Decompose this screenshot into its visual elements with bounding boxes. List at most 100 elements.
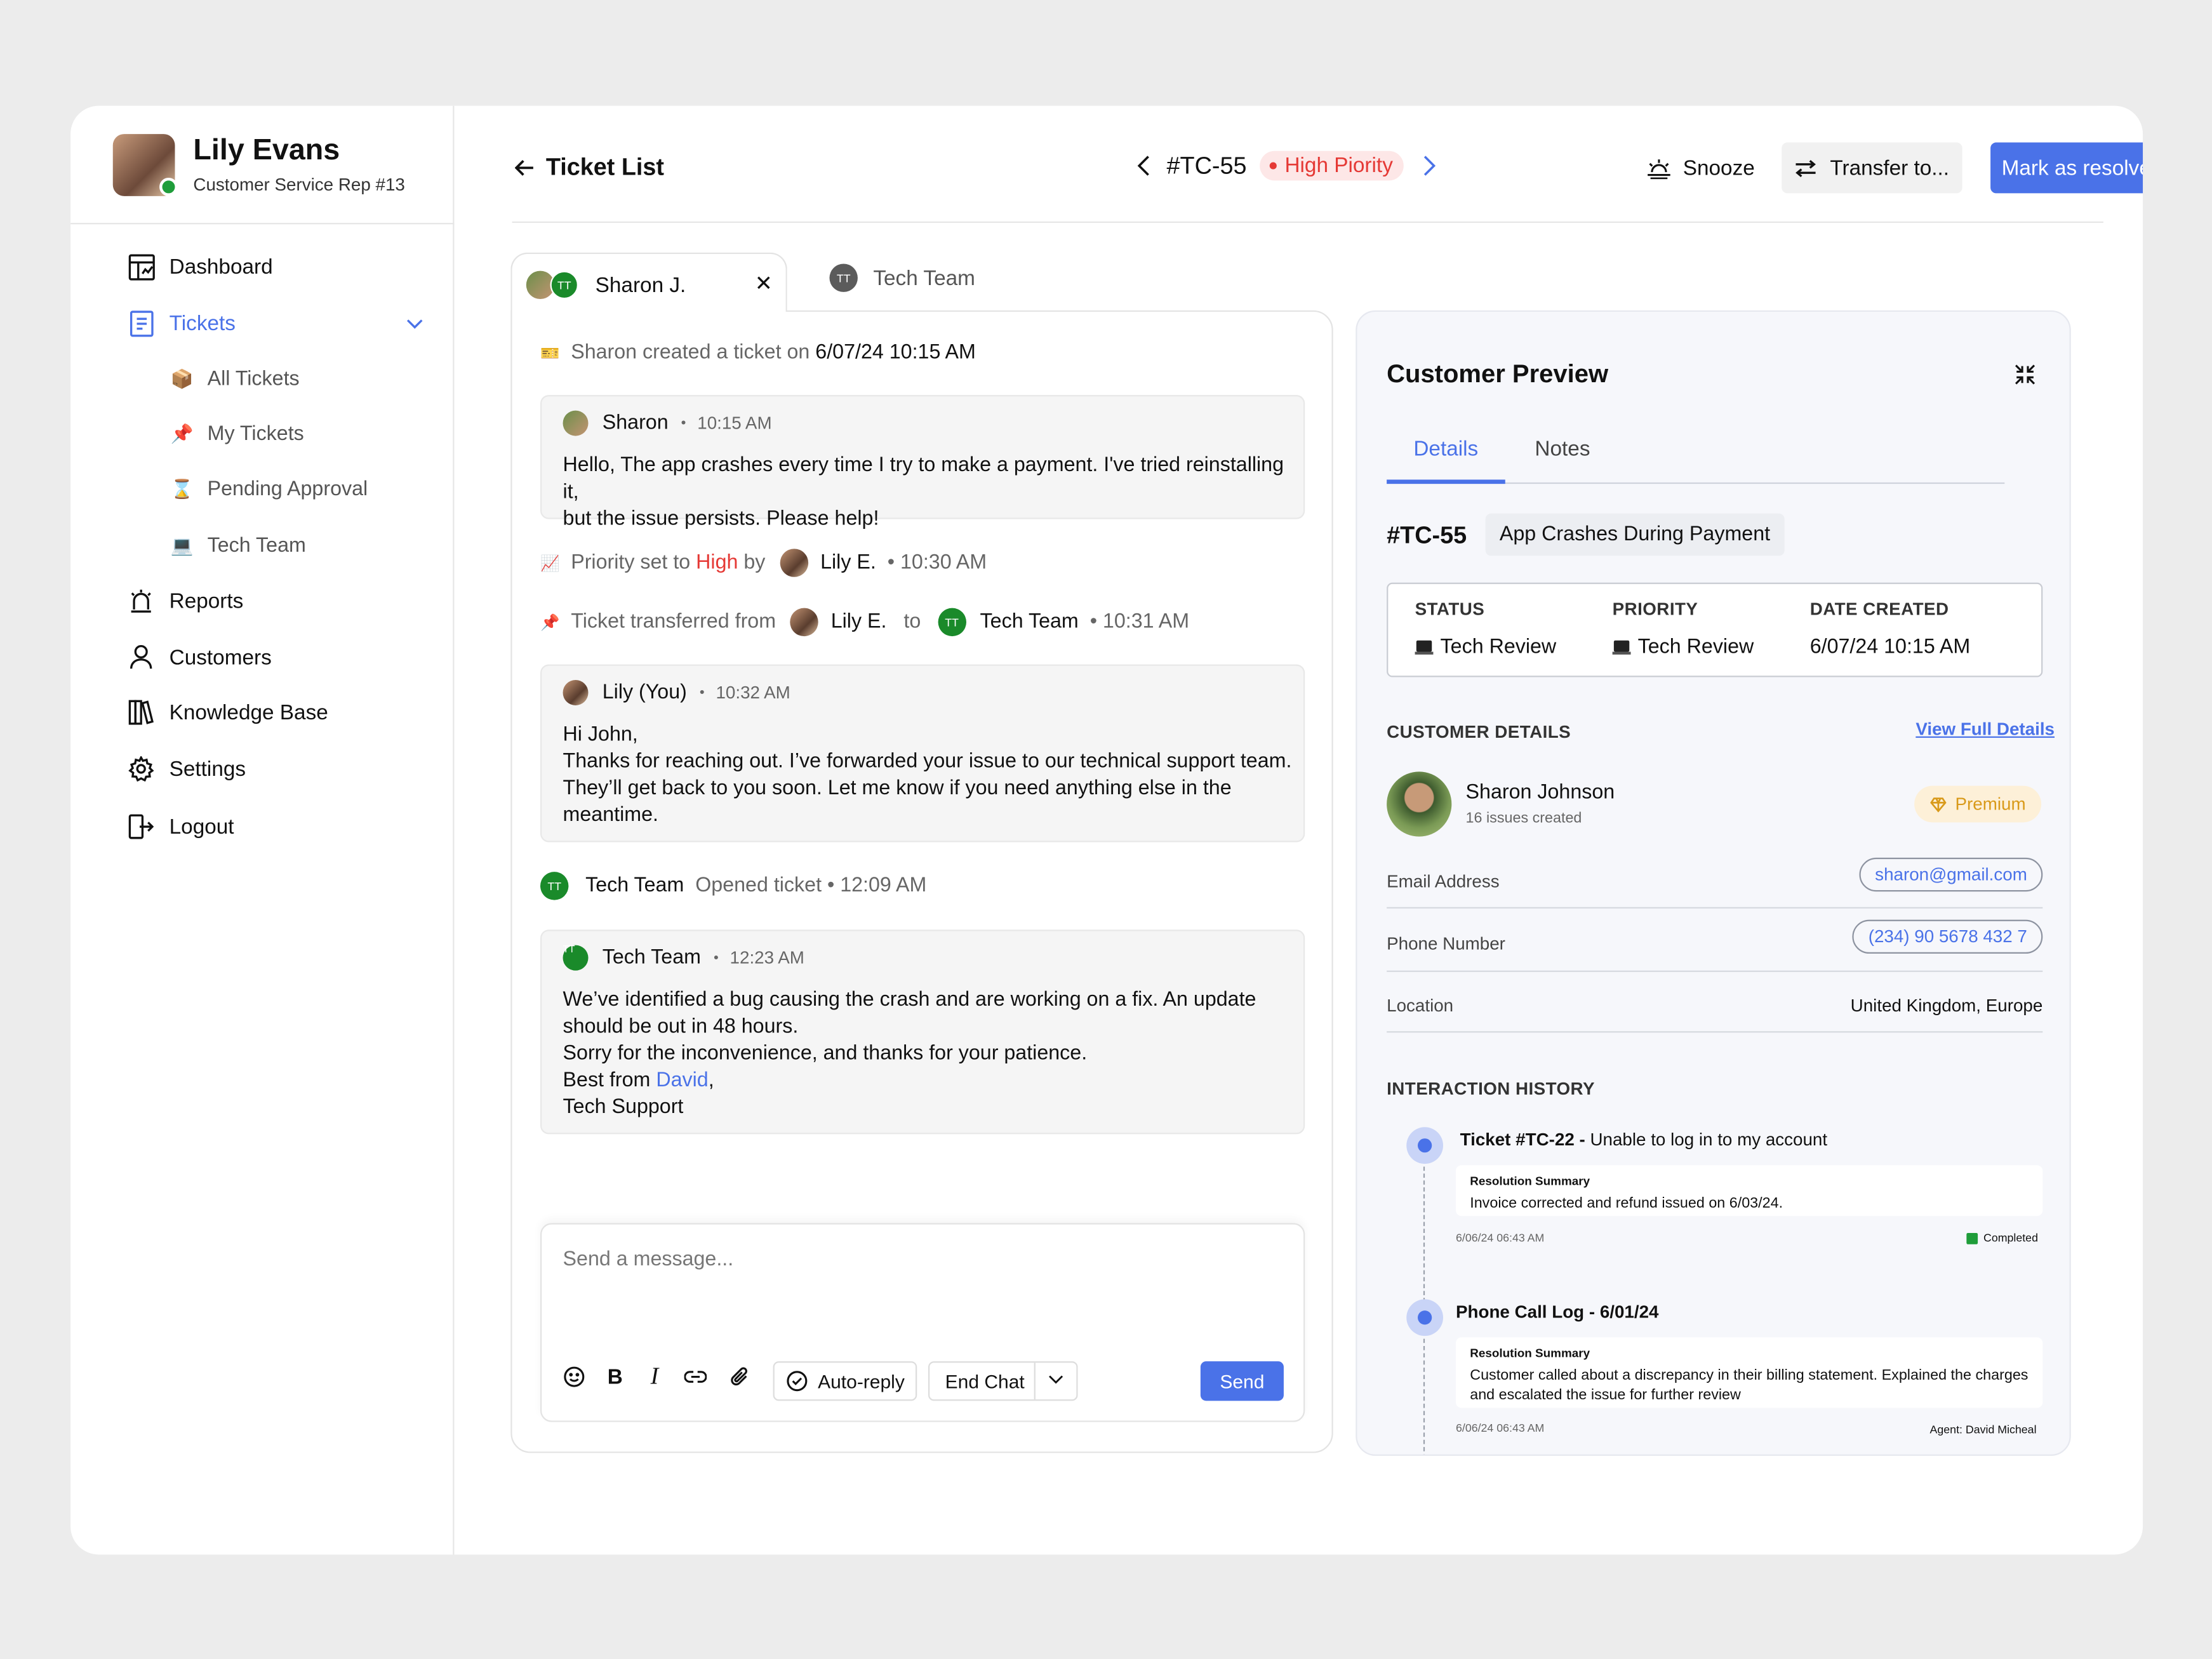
mark-resolved-button[interactable]: Mark as resolved (1990, 142, 2143, 194)
message-line: Sorry for the inconvenience, and thanks … (563, 1042, 1088, 1065)
mention-link[interactable]: David (656, 1069, 708, 1092)
chart-icon: 📈 (540, 555, 560, 572)
auto-reply-label: Auto-reply (818, 1370, 905, 1392)
view-full-details-link[interactable]: View Full Details (1916, 719, 2055, 739)
logout-icon (127, 813, 155, 841)
chevron-right-icon[interactable] (1424, 155, 1437, 176)
event-text: by (743, 551, 766, 575)
message-input[interactable]: Send a message... (563, 1248, 734, 1271)
customer-preview-panel: Customer Preview Details Notes #TC-55 Ap… (1356, 310, 2071, 1456)
message-line: should be out in 48 hours. (563, 1015, 799, 1039)
nav-settings[interactable]: Settings (127, 750, 246, 787)
chevron-down-icon[interactable] (1048, 1374, 1063, 1385)
link-icon[interactable] (681, 1363, 709, 1390)
phone-value[interactable]: (234) 90 5678 432 7 (1853, 919, 2043, 954)
laptop-icon (1612, 639, 1631, 655)
diamond-icon (1930, 797, 1947, 812)
ticket-status-box: STATUS Tech Review PRIORITY Tech Review … (1387, 582, 2043, 677)
chevron-left-icon[interactable] (1137, 155, 1150, 176)
dashboard-icon (127, 253, 155, 281)
tab-notes[interactable]: Notes (1535, 437, 1590, 462)
transfer-button[interactable]: Transfer to... (1782, 142, 1962, 194)
event-ticket-opened: TT Tech Team Opened ticket • 12:09 AM (540, 872, 926, 900)
tab-details[interactable]: Details (1413, 437, 1478, 462)
resolution-summary: Resolution Summary Customer called about… (1456, 1337, 2043, 1408)
history-item-title[interactable]: Ticket #TC-22 - Unable to log in to my a… (1460, 1130, 1827, 1150)
ticket-icon: 🎫 (540, 345, 560, 362)
summary-line: Customer called about a discrepancy in t… (1470, 1367, 2029, 1384)
team-avatar: TT (937, 608, 966, 637)
premium-badge: Premium (1914, 785, 2042, 823)
emoji-icon[interactable] (560, 1363, 588, 1390)
message-tech-team: TT Tech Team • 12:23 AM We’ve identified… (540, 929, 1305, 1135)
swap-icon (1796, 159, 1816, 177)
team-avatar: TT (540, 872, 569, 900)
chevron-down-icon[interactable] (406, 312, 423, 337)
sidebar-item-all-tickets[interactable]: 📦 All Tickets (170, 364, 300, 395)
nav-label: Knowledge Base (169, 700, 328, 724)
collapse-icon[interactable] (2015, 364, 2035, 392)
event-date: 6/07/24 10:15 AM (815, 341, 976, 364)
nav-logout[interactable]: Logout (127, 808, 234, 845)
separator-dot: • (699, 684, 705, 701)
sidebar-item-pending-approval[interactable]: ⌛ Pending Approval (170, 474, 368, 505)
nav-tickets[interactable]: Tickets (127, 305, 236, 342)
bold-icon[interactable]: B (601, 1363, 629, 1390)
nav-reports[interactable]: Reports (127, 583, 243, 620)
message-text: , (708, 1069, 714, 1092)
sender-avatar (563, 410, 589, 436)
email-value[interactable]: sharon@gmail.com (1859, 857, 2043, 892)
back-to-ticket-list[interactable]: Ticket List (514, 154, 665, 182)
message-time: 10:32 AM (716, 683, 790, 703)
nav-customers[interactable]: Customers (127, 639, 272, 676)
message-line: but the issue persists. Please help! (563, 507, 879, 531)
agent-name: Lily E. (830, 611, 887, 634)
user-icon (127, 643, 155, 671)
nav-dashboard[interactable]: Dashboard (127, 248, 273, 285)
ticket-navigator: #TC-55 High Piority (1137, 150, 1437, 181)
close-icon[interactable]: ✕ (755, 271, 773, 296)
auto-reply-button[interactable]: Auto-reply (773, 1361, 917, 1401)
tab-sharon[interactable]: TT Sharon J. ✕ (510, 252, 787, 312)
document-icon (127, 309, 155, 337)
message-composer: Send a message... B I Auto-reply End Cha… (540, 1223, 1305, 1422)
title-bold: Ticket #TC-22 - (1460, 1129, 1585, 1150)
priority-field: PRIORITY Tech Review (1612, 599, 1754, 659)
panel-title: Customer Preview (1387, 359, 1609, 389)
back-label: Ticket List (545, 154, 665, 181)
nav-label: Customers (169, 645, 272, 670)
message-time: 12:23 AM (730, 948, 804, 968)
location-row: Location United Kingdom, Europe (1387, 982, 2043, 1033)
field-label: Phone Number (1387, 933, 1505, 954)
customer-issue-count: 16 issues created (1465, 810, 1582, 827)
sidebar-item-my-tickets[interactable]: 📌 My Tickets (170, 419, 304, 450)
app-window: Lily Evans Customer Service Rep #13 Dash… (70, 105, 2143, 1555)
send-button[interactable]: Send (1200, 1361, 1284, 1401)
field-label: PRIORITY (1612, 599, 1698, 620)
event-text: Ticket transferred from (571, 611, 776, 634)
end-chat-label: End Chat (945, 1371, 1025, 1393)
timeline-dot (1406, 1299, 1444, 1336)
end-chat-button[interactable]: End Chat (928, 1361, 1078, 1401)
sender-name: Lily (You) (602, 681, 687, 704)
event-time: • 10:31 AM (1089, 611, 1190, 634)
message-text: Best from (563, 1069, 651, 1092)
sender-name: Tech Team (602, 946, 701, 969)
history-item-title[interactable]: Phone Call Log - 6/01/24 (1456, 1302, 1659, 1322)
message-time: 10:15 AM (697, 413, 772, 434)
attachment-icon[interactable] (725, 1363, 753, 1390)
main-panel: Ticket List #TC-55 High Piority Snooze T… (454, 106, 2143, 1555)
event-text: Sharon created a ticket on (571, 341, 810, 364)
snooze-button[interactable]: Snooze (1646, 157, 1755, 180)
team-name: Tech Team (585, 874, 684, 898)
user-profile[interactable]: Lily Evans Customer Service Rep #13 (112, 134, 437, 202)
sidebar-item-tech-team[interactable]: 💻 Tech Team (170, 530, 306, 561)
nav-knowledge-base[interactable]: Knowledge Base (127, 694, 328, 731)
customer-details-heading: CUSTOMER DETAILS (1387, 722, 1571, 742)
ticket-id: #TC-55 (1387, 522, 1467, 549)
tab-tech-team[interactable]: TT Tech Team (829, 263, 975, 292)
nav-label: Pending Approval (207, 478, 368, 501)
italic-icon[interactable]: I (641, 1363, 669, 1390)
message-line: meantime. (563, 804, 658, 827)
summary-label: Resolution Summary (1470, 1345, 1590, 1360)
